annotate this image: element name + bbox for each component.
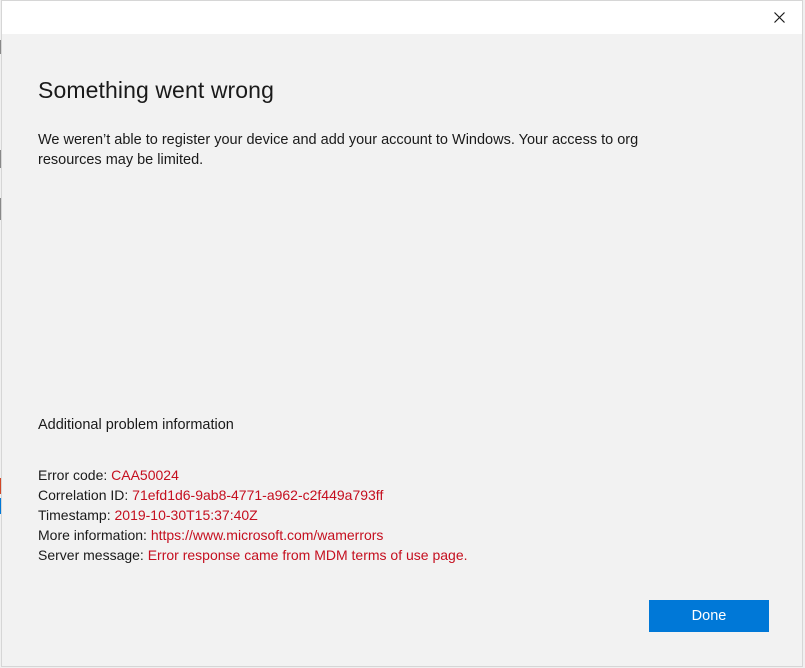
- detail-value: 2019-10-30T15:37:40Z: [114, 507, 258, 523]
- detail-label: Timestamp:: [38, 507, 115, 523]
- detail-error-code: Error code: CAA50024: [38, 465, 468, 485]
- close-icon: [773, 12, 785, 23]
- close-button[interactable]: [756, 1, 802, 34]
- detail-label: More information:: [38, 527, 151, 543]
- done-button[interactable]: Done: [649, 600, 769, 632]
- detail-value: https://www.microsoft.com/wamerrors: [150, 527, 384, 543]
- additional-info-heading: Additional problem information: [38, 417, 234, 433]
- problem-details-list: Error code: CAA50024 Correlation ID: 71e…: [38, 465, 468, 565]
- error-message: We weren’t able to register your device …: [38, 132, 639, 168]
- detail-value: 71efd1d6-9ab8-4771-a962-c2f449a793ff: [132, 487, 384, 503]
- titlebar: [2, 1, 802, 34]
- detail-label: Server message:: [38, 547, 148, 563]
- detail-timestamp: Timestamp: 2019-10-30T15:37:40Z: [38, 505, 468, 525]
- detail-correlation-id: Correlation ID: 71efd1d6-9ab8-4771-a962-…: [38, 485, 468, 505]
- detail-label: Error code:: [38, 467, 112, 483]
- detail-more-information: More information: https://www.microsoft.…: [38, 525, 468, 545]
- dialog-title: Something went wrong: [38, 77, 274, 103]
- detail-server-message: Server message: Error response came from…: [38, 545, 468, 565]
- detail-value: CAA50024: [111, 467, 179, 483]
- detail-value: Error response came from MDM terms of us…: [147, 547, 468, 563]
- error-dialog: Something went wrong We weren’t able to …: [1, 0, 803, 667]
- detail-label: Correlation ID:: [38, 487, 133, 503]
